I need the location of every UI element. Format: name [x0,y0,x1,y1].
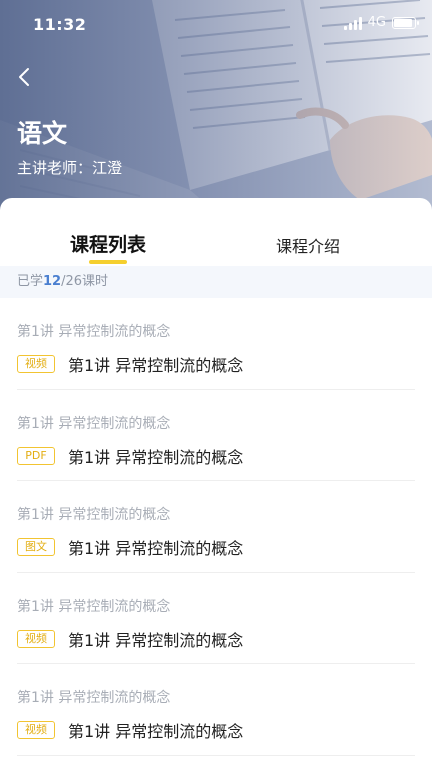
lesson-title: 第1讲 异常控制流的概念 [68,447,244,467]
status-bar: 11:32 4G [0,0,432,50]
lesson-list: 第1讲 异常控制流的概念 视频 第1讲 异常控制流的概念 第1讲 异常控制流的概… [0,298,432,756]
course-title: 语文 [17,119,68,148]
lesson-row: PDF 第1讲 异常控制流的概念 [17,444,243,468]
progress-prefix: 已学 [17,274,44,289]
lesson-row: 视频 第1讲 异常控制流的概念 [17,352,243,376]
lesson-type-badge: 视频 [17,355,55,373]
status-time: 11:32 [33,15,87,34]
list-item[interactable]: 第1讲 异常控制流的概念 PDF 第1讲 异常控制流的概念 [17,390,415,481]
lesson-row: 视频 第1讲 异常控制流的概念 [17,627,243,651]
lesson-section-title: 第1讲 异常控制流的概念 [17,324,171,340]
battery-fill [394,18,412,27]
lesson-type-badge: 视频 [17,721,55,739]
lesson-title: 第1讲 异常控制流的概念 [68,539,244,558]
lesson-title: 第1讲 异常控制流的概念 [68,356,244,375]
tab-course-intro[interactable]: 课程介绍 [258,198,358,266]
active-tab-indicator [89,260,127,264]
course-content-card: 课程列表 课程介绍 已学12/26课时 第1讲 异常控制流的概念 视频 第1讲 … [0,198,432,768]
list-item[interactable]: 第1讲 异常控制流的概念 视频 第1讲 异常控制流的概念 [17,664,415,756]
lesson-section-title: 第1讲 异常控制流的概念 [17,415,171,432]
tab-course-list[interactable]: 课程列表 [58,198,158,266]
progress-learned-count: 12 [43,274,62,289]
chevron-left-icon [19,68,29,86]
network-type: 4G [367,15,386,30]
course-header: 11:32 4G 语文 主讲老师：江澄 [0,0,432,225]
list-item[interactable]: 第1讲 异常控制流的概念 图文 第1讲 异常控制流的概念 [17,481,415,573]
learning-progress: 已学12/26课时 [0,266,432,298]
lesson-section-title: 第1讲 异常控制流的概念 [17,507,171,523]
lesson-title: 第1讲 异常控制流的概念 [68,722,244,741]
lesson-section-title: 第1讲 异常控制流的概念 [17,690,171,706]
status-indicators: 4G [343,15,419,30]
lesson-type-badge: PDF [17,446,55,465]
list-item[interactable]: 第1讲 异常控制流的概念 视频 第1讲 异常控制流的概念 [17,573,415,664]
lesson-type-badge: 图文 [17,538,55,556]
tab-label: 课程列表 [69,234,146,256]
lesson-row: 视频 第1讲 异常控制流的概念 [17,718,243,742]
lesson-type-badge: 视频 [17,629,55,648]
lesson-title: 第1讲 异常控制流的概念 [68,630,244,650]
lesson-row: 图文 第1讲 异常控制流的概念 [17,535,243,559]
progress-total: /26课时 [61,274,109,289]
tab-label: 课程介绍 [275,237,340,256]
back-button[interactable] [14,66,36,88]
teacher-name: 主讲老师：江澄 [17,159,123,177]
lesson-section-title: 第1讲 异常控制流的概念 [17,598,171,615]
tab-bar: 课程列表 课程介绍 [0,198,432,266]
list-item[interactable]: 第1讲 异常控制流的概念 视频 第1讲 异常控制流的概念 [17,298,415,390]
signal-icon [343,16,362,30]
battery-icon [392,16,419,29]
